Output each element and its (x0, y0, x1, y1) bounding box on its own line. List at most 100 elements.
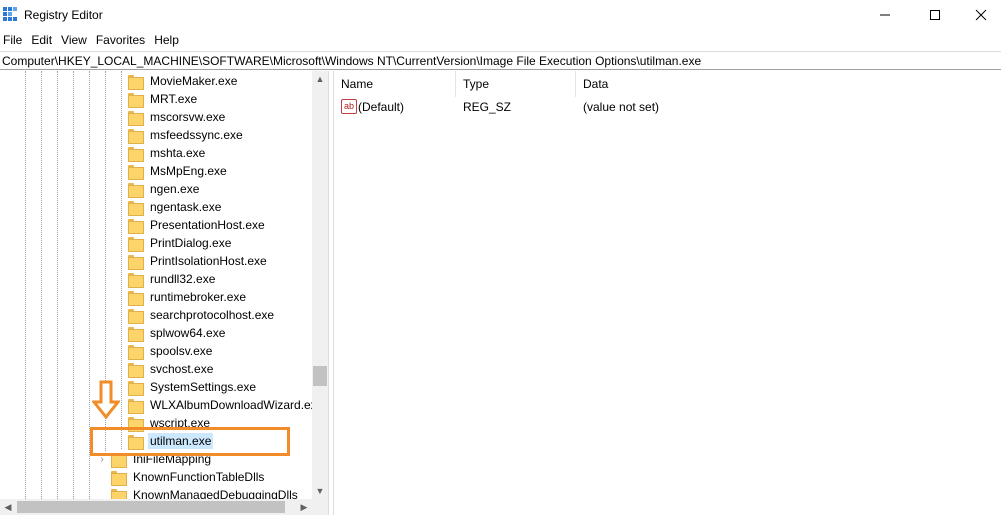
tree-vertical-scrollbar[interactable]: ▲ ▼ (312, 71, 328, 499)
tree-item-label: svchost.exe (150, 362, 214, 376)
scroll-corner (312, 499, 328, 515)
tree-item-label: WLXAlbumDownloadWizard.exe (150, 398, 324, 412)
tree-item[interactable]: rundll32.exe (128, 270, 217, 288)
tree-item-label: searchprotocolhost.exe (150, 308, 275, 322)
tree-item[interactable]: MRT.exe (128, 90, 199, 108)
tree-item[interactable]: KnownFunctionTableDlls (111, 468, 266, 486)
tree-item-label: PresentationHost.exe (150, 218, 265, 232)
scroll-right-icon[interactable]: ▶ (296, 499, 312, 515)
tree-item-label: rundll32.exe (150, 272, 216, 286)
tree-item[interactable]: searchprotocolhost.exe (128, 306, 276, 324)
folder-icon (128, 290, 144, 306)
tree-item[interactable]: PrintIsolationHost.exe (128, 252, 269, 270)
folder-icon (128, 74, 144, 90)
tree-item-label: msfeedssync.exe (150, 128, 243, 142)
tree-guide-line (121, 71, 122, 449)
tree-item[interactable]: MovieMaker.exe (128, 72, 239, 90)
tree-item-label: MovieMaker.exe (150, 74, 238, 88)
menu-view[interactable]: View (58, 31, 93, 49)
tree-item[interactable]: mshta.exe (128, 144, 207, 162)
annotation-arrow-icon (92, 380, 120, 420)
tree-item-label: splwow64.exe (150, 326, 226, 340)
tree-item-label: ngen.exe (150, 182, 200, 196)
minimize-icon (880, 14, 890, 16)
folder-icon (128, 398, 144, 414)
value-data: (value not set) (583, 100, 660, 114)
tree-guide-line (25, 71, 26, 515)
column-header-name[interactable]: Name (334, 71, 456, 97)
tree-guide-line (57, 71, 58, 515)
folder-icon (128, 308, 144, 324)
column-header-type[interactable]: Type (456, 71, 576, 97)
menu-bar: File Edit View Favorites Help (0, 31, 1001, 49)
folder-icon (128, 128, 144, 144)
tree-item[interactable]: WLXAlbumDownloadWizard.exe (128, 396, 325, 414)
tree-item-label: mscorsvw.exe (150, 110, 226, 124)
window-title: Registry Editor (24, 8, 103, 22)
folder-icon (128, 110, 144, 126)
tree-item[interactable]: msfeedssync.exe (128, 126, 245, 144)
close-icon (975, 9, 987, 21)
tree-item-label: ngentask.exe (150, 200, 222, 214)
scroll-down-icon[interactable]: ▼ (312, 483, 328, 499)
tree-item[interactable]: PrintDialog.exe (128, 234, 233, 252)
tree-item-label: SystemSettings.exe (150, 380, 257, 394)
maximize-icon (930, 10, 940, 20)
value-row[interactable]: ab (Default) REG_SZ (value not set) (334, 98, 1001, 116)
folder-icon (128, 218, 144, 234)
annotation-highlight-box (90, 427, 290, 456)
close-button[interactable] (958, 0, 1001, 30)
folder-icon (128, 344, 144, 360)
folder-icon (111, 470, 127, 486)
tree-horizontal-scrollbar[interactable]: ◀ ▶ (0, 499, 312, 515)
registry-icon (3, 7, 17, 21)
tree-item-label: PrintDialog.exe (150, 236, 232, 250)
tree-item-label: PrintIsolationHost.exe (150, 254, 267, 268)
scroll-thumb[interactable] (313, 366, 327, 386)
tree-item-label: spoolsv.exe (150, 344, 213, 358)
title-bar: Registry Editor (0, 0, 1001, 30)
menu-help[interactable]: Help (151, 31, 185, 49)
scroll-thumb[interactable] (17, 501, 285, 513)
tree-item[interactable]: spoolsv.exe (128, 342, 214, 360)
folder-icon (128, 146, 144, 162)
tree-item[interactable]: MsMpEng.exe (128, 162, 229, 180)
value-name: (Default) (358, 100, 405, 114)
tree-item-label: mshta.exe (150, 146, 206, 160)
tree-item[interactable]: ngentask.exe (128, 198, 223, 216)
values-list: Name Type Data ab (Default) REG_SZ (valu… (334, 71, 1001, 515)
folder-icon (128, 236, 144, 252)
menu-file[interactable]: File (0, 31, 28, 49)
scroll-left-icon[interactable]: ◀ (0, 499, 16, 515)
folder-icon (128, 380, 144, 396)
tree-item[interactable]: svchost.exe (128, 360, 215, 378)
tree-item[interactable]: SystemSettings.exe (128, 378, 258, 396)
folder-icon (128, 164, 144, 180)
tree-item[interactable]: splwow64.exe (128, 324, 227, 342)
column-header-data[interactable]: Data (576, 71, 1001, 97)
folder-icon (128, 272, 144, 288)
menu-favorites[interactable]: Favorites (93, 31, 151, 49)
tree-item-label: KnownFunctionTableDlls (133, 470, 265, 484)
maximize-button[interactable] (912, 0, 958, 30)
folder-icon (128, 254, 144, 270)
address-path[interactable]: Computer\HKEY_LOCAL_MACHINE\SOFTWARE\Mic… (2, 54, 701, 68)
scroll-up-icon[interactable]: ▲ (312, 71, 328, 87)
folder-icon (128, 326, 144, 342)
tree-item[interactable]: PresentationHost.exe (128, 216, 267, 234)
tree-item[interactable]: mscorsvw.exe (128, 108, 227, 126)
address-bar[interactable]: Computer\HKEY_LOCAL_MACHINE\SOFTWARE\Mic… (0, 51, 1001, 70)
tree-item-label: MsMpEng.exe (150, 164, 227, 178)
minimize-button[interactable] (862, 0, 908, 30)
tree-guide-line (41, 71, 42, 515)
folder-icon (128, 182, 144, 198)
tree-item-label: MRT.exe (150, 92, 198, 106)
tree-item-label: runtimebroker.exe (150, 290, 247, 304)
folder-icon (128, 200, 144, 216)
folder-icon (128, 362, 144, 378)
folder-icon (128, 92, 144, 108)
menu-edit[interactable]: Edit (28, 31, 58, 49)
tree-item[interactable]: ngen.exe (128, 180, 201, 198)
tree-item[interactable]: runtimebroker.exe (128, 288, 248, 306)
tree-guide-line (73, 71, 74, 515)
